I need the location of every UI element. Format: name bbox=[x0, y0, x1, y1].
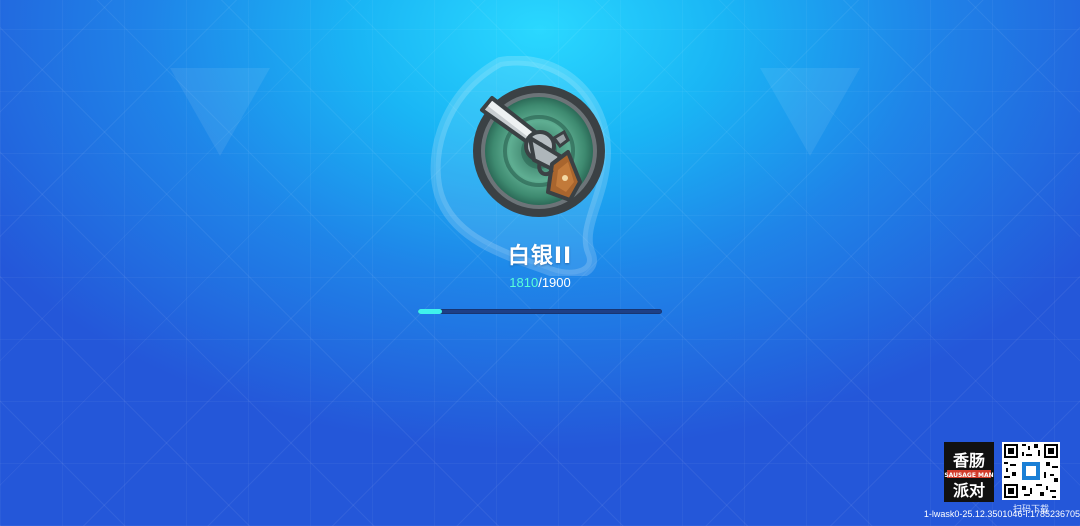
game-logo-text-top: 香肠 bbox=[952, 451, 985, 470]
build-info: 1-lwask0-25.12.3501046-l:1785236705 bbox=[923, 509, 1080, 519]
background-decoration-right bbox=[760, 68, 860, 156]
game-logo: 香肠 SAUSAGE MAN 派对 bbox=[944, 442, 994, 502]
rank-progress-bar bbox=[418, 309, 662, 314]
rank-progress-fill bbox=[418, 309, 443, 314]
download-qr-code[interactable] bbox=[1002, 442, 1060, 500]
rank-points-current: 1810 bbox=[509, 275, 539, 290]
rank-points-target: 1900 bbox=[541, 275, 571, 290]
game-logo-subtext: SAUSAGE MAN bbox=[944, 472, 993, 479]
rank-title: 白银II bbox=[507, 244, 573, 269]
background-decoration-left bbox=[170, 68, 270, 156]
rank-badge bbox=[473, 85, 605, 217]
rank-points: 1810/1900 bbox=[440, 275, 640, 290]
game-logo-text-bottom: 派对 bbox=[953, 481, 985, 500]
